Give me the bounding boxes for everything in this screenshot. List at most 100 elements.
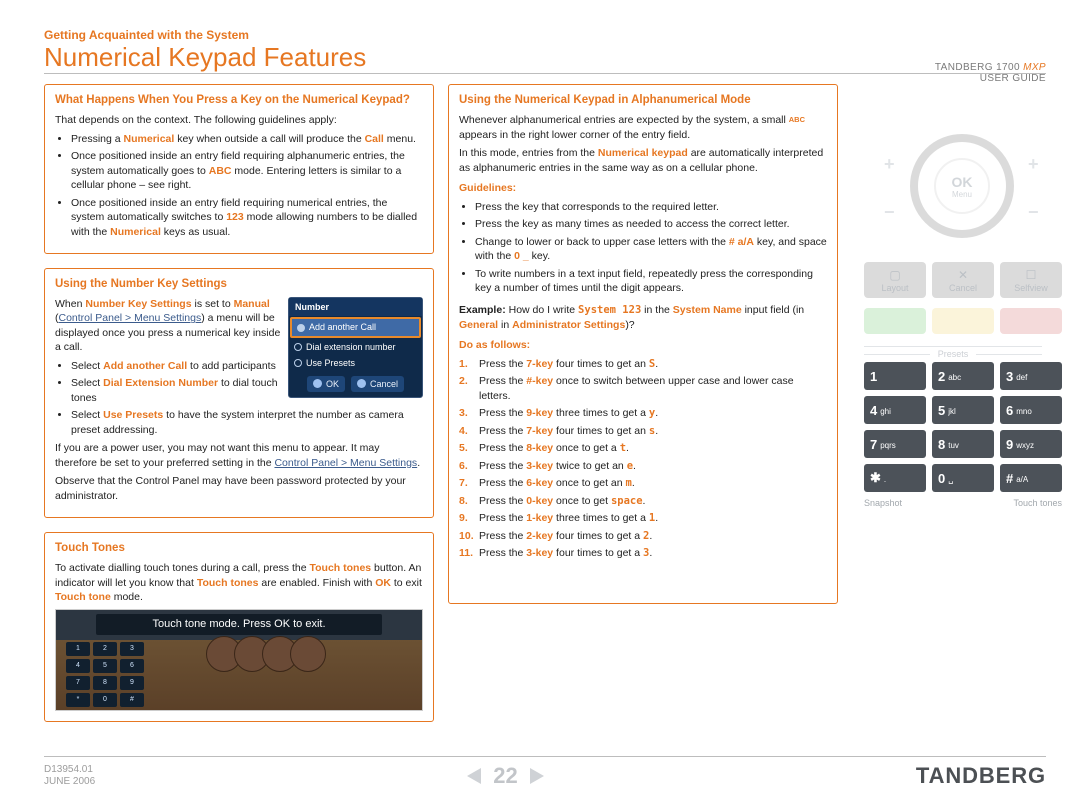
softkey-cancel: ✕Cancel xyxy=(932,262,994,298)
step-7: Press the 6-key once to get an m. xyxy=(459,476,827,490)
x-icon xyxy=(357,379,366,388)
doc-label: USER GUIDE xyxy=(980,73,1046,84)
radio-off-icon xyxy=(294,343,302,351)
key-hash: #a/A xyxy=(1000,464,1062,492)
content-columns: What Happens When You Press a Key on the… xyxy=(44,84,1046,735)
people-photo-placeholder xyxy=(206,636,318,672)
page-title: Numerical Keypad Features xyxy=(44,44,1046,71)
radio-on-icon xyxy=(297,324,305,332)
page-footer: D13954.01 JUNE 2006 22 TANDBERG xyxy=(44,756,1046,789)
key-5: 5jkl xyxy=(932,396,994,424)
page-number-nav: 22 xyxy=(467,763,543,789)
alpha-p2: In this mode, entries from the Numerical… xyxy=(459,146,827,175)
box-keypress-intro: That depends on the context. The followi… xyxy=(55,113,423,127)
key-1: 1 xyxy=(864,362,926,390)
left-column: What Happens When You Press a Key on the… xyxy=(44,84,434,735)
tt-keypad-icon: 123 456 789 *0# xyxy=(66,642,144,707)
next-page-icon[interactable] xyxy=(530,768,544,784)
kp-bullet-3: Once positioned inside an entry field re… xyxy=(71,196,423,239)
product-suffix: MXP xyxy=(1023,62,1046,73)
page-number: 22 xyxy=(493,763,517,789)
guide-3: Change to lower or back to upper case le… xyxy=(475,235,827,264)
key-6: 6mno xyxy=(1000,396,1062,424)
call-key-green xyxy=(864,308,926,334)
box-tt-heading: Touch Tones xyxy=(55,541,423,557)
doc-id: D13954.01 xyxy=(44,764,93,775)
middle-column: Using the Numerical Keypad in Alphanumer… xyxy=(448,84,838,735)
tt-paragraph: To activate dialling touch tones during … xyxy=(55,561,423,604)
kp-bullet-1: Pressing a Numerical key when outside a … xyxy=(71,132,423,146)
page-sheet: Getting Acquainted with the System Numer… xyxy=(0,0,1080,811)
box-keypress: What Happens When You Press a Key on the… xyxy=(44,84,434,254)
brand-logo: TANDBERG xyxy=(916,763,1046,789)
step-8: Press the 0-key once to get space. xyxy=(459,494,827,508)
key-star: ✱. xyxy=(864,464,926,492)
example-line: Example: How do I write System 123 in th… xyxy=(459,303,827,332)
guide-4: To write numbers in a text input field, … xyxy=(475,267,827,296)
ok-label: OK xyxy=(952,174,973,190)
step-2: Press the #-key once to switch between u… xyxy=(459,374,827,403)
nks-li3: Select Use Presets to have the system in… xyxy=(71,408,423,437)
touch-tone-screenshot: Touch tone mode. Press OK to exit. 123 4… xyxy=(55,609,423,711)
guide-2: Press the key as many times as needed to… xyxy=(475,217,827,231)
do-as-follows: Do as follows: xyxy=(459,338,827,352)
call-key-row xyxy=(864,308,1062,334)
alpha-p1: Whenever alphanumerical entries are expe… xyxy=(459,113,827,142)
key-4: 4ghi xyxy=(864,396,926,424)
box-alphanum: Using the Numerical Keypad in Alphanumer… xyxy=(448,84,838,604)
key-8: 8tuv xyxy=(932,430,994,458)
tt-banner: Touch tone mode. Press OK to exit. xyxy=(96,614,382,635)
guidelines-label: Guidelines: xyxy=(459,181,827,195)
dialog-cancel-button: Cancel xyxy=(351,376,404,392)
kp-bullet-2: Once positioned inside an entry field re… xyxy=(71,149,423,192)
nks-p2: If you are a power user, you may not wan… xyxy=(55,441,423,470)
step-11: Press the 3-key four times to get a 3. xyxy=(459,546,827,560)
header-rule xyxy=(44,73,1046,74)
step-4: Press the 7-key four times to get an s. xyxy=(459,424,827,438)
key-0: 0␣ xyxy=(932,464,994,492)
box-touch-tones: Touch Tones To activate dialling touch t… xyxy=(44,532,434,721)
dialog-opt-add-call: Add another Call xyxy=(290,317,421,337)
step-9: Press the 1-key three times to get a 1. xyxy=(459,511,827,525)
call-key-red xyxy=(1000,308,1062,334)
key-7: 7pqrs xyxy=(864,430,926,458)
prev-page-icon[interactable] xyxy=(467,768,481,784)
dialog-title: Number xyxy=(289,298,422,316)
step-10: Press the 2-key four times to get a 2. xyxy=(459,529,827,543)
step-6: Press the 3-key twice to get an e. xyxy=(459,459,827,473)
link-menu-settings-2[interactable]: Control Panel > Menu Settings xyxy=(274,457,417,469)
softkey-layout: ▢Layout xyxy=(864,262,926,298)
snapshot-label: Snapshot xyxy=(864,498,902,508)
box-nks-heading: Using the Number Key Settings xyxy=(55,277,423,293)
remote-figure: OK Menu + − + − ▢Layout ✕Cancel ☐Selfvie… xyxy=(852,84,1046,735)
dialog-opt-dial-ext: Dial extension number xyxy=(289,339,422,355)
guide-1: Press the key that corresponds to the re… xyxy=(475,200,827,214)
dialog-ok-button: OK xyxy=(307,376,345,392)
box-keypress-heading: What Happens When You Press a Key on the… xyxy=(55,93,423,109)
ok-ring: OK Menu xyxy=(910,134,1014,238)
number-dialog-figure: Number Add another Call Dial extension n… xyxy=(288,297,423,398)
box-alpha-heading: Using the Numerical Keypad in Alphanumer… xyxy=(459,93,827,109)
softkey-row: ▢Layout ✕Cancel ☐Selfview xyxy=(864,262,1062,298)
header-right-meta: TANDBERG 1700 MXP USER GUIDE xyxy=(935,62,1046,84)
product-name: TANDBERG 1700 xyxy=(935,62,1020,73)
key-3: 3def xyxy=(1000,362,1062,390)
step-3: Press the 9-key three times to get a y. xyxy=(459,406,827,420)
box-number-key-settings: Using the Number Key Settings Number Add… xyxy=(44,268,434,518)
doc-meta: D13954.01 JUNE 2006 xyxy=(44,764,95,789)
key-2: 2abc xyxy=(932,362,994,390)
softkey-selfview: ☐Selfview xyxy=(1000,262,1062,298)
doc-date: JUNE 2006 xyxy=(44,776,95,787)
presets-label: Presets xyxy=(864,346,1042,359)
radio-off-icon xyxy=(294,359,302,367)
link-menu-settings[interactable]: Control Panel > Menu Settings xyxy=(59,312,202,324)
call-key-yellow xyxy=(932,308,994,334)
nks-p3: Observe that the Control Panel may have … xyxy=(55,474,423,503)
menu-label: Menu xyxy=(952,190,973,199)
dialog-opt-use-presets: Use Presets xyxy=(289,355,422,371)
check-icon xyxy=(313,379,322,388)
step-1: Press the 7-key four times to get an S. xyxy=(459,357,827,371)
step-5: Press the 8-key once to get a t. xyxy=(459,441,827,455)
eyebrow: Getting Acquainted with the System xyxy=(44,28,1046,42)
touchtones-label: Touch tones xyxy=(1013,498,1062,508)
